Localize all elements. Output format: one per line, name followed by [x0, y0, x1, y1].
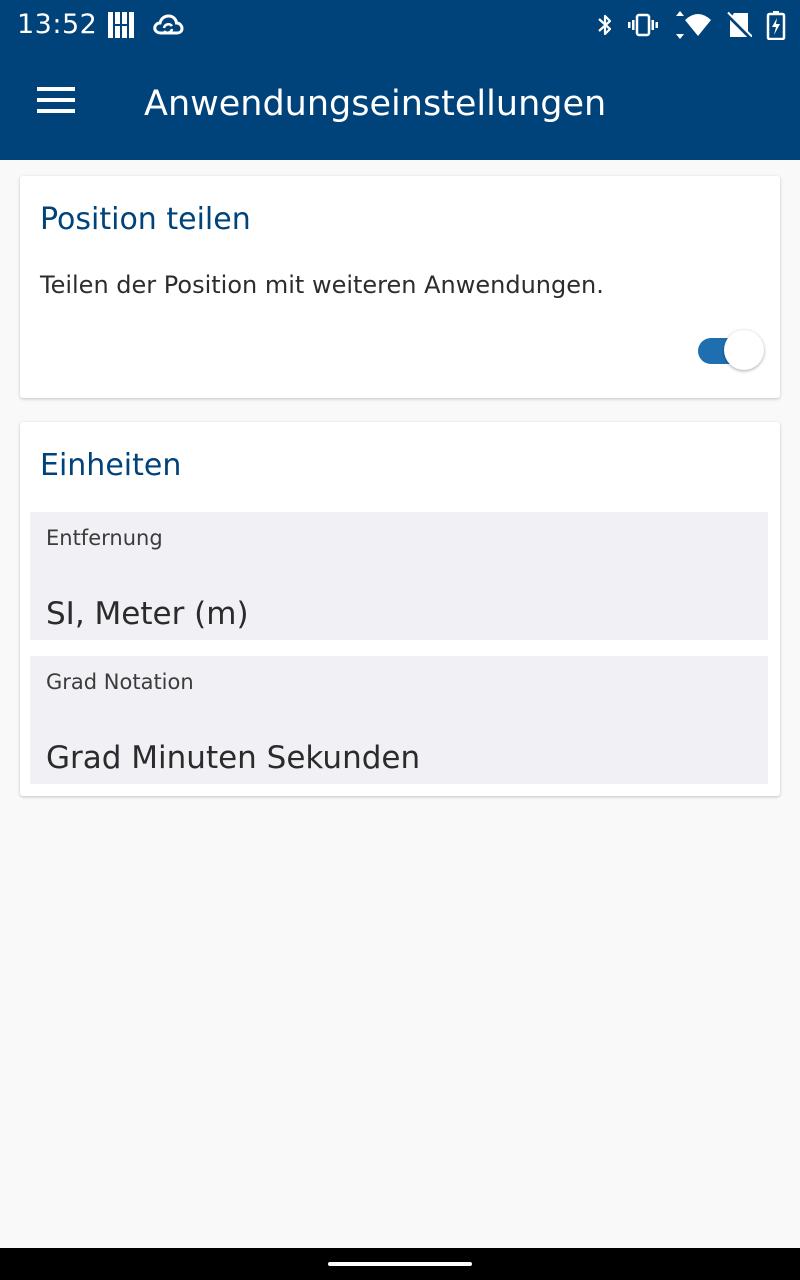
menu-button[interactable]	[22, 73, 90, 131]
distance-unit-select[interactable]: Entfernung SI, Meter (m)	[30, 512, 768, 640]
location-sharing-description: Teilen der Position mit weiteren Anwendu…	[40, 271, 604, 299]
status-right-icons	[596, 9, 786, 41]
distance-unit-value: SI, Meter (m)	[46, 596, 249, 632]
app-header: 13:52 Anwendungseinstellungen	[0, 0, 800, 160]
location-sharing-title: Position teilen	[40, 202, 251, 237]
grid-app-icon	[106, 10, 138, 40]
page-title: Anwendungseinstellungen	[144, 84, 607, 124]
status-left-icons	[106, 10, 184, 40]
degree-notation-select[interactable]: Grad Notation Grad Minuten Sekunden	[30, 656, 768, 784]
distance-unit-label: Entfernung	[46, 526, 163, 550]
status-time: 13:52	[17, 9, 98, 40]
home-indicator[interactable]	[328, 1262, 472, 1266]
cloud-sync-icon	[152, 11, 184, 39]
degree-notation-value: Grad Minuten Sekunden	[46, 740, 421, 776]
units-title: Einheiten	[40, 448, 182, 483]
units-card: Einheiten Entfernung SI, Meter (m) Grad …	[20, 422, 780, 796]
toggle-knob	[724, 330, 764, 370]
status-bar: 13:52	[0, 0, 800, 50]
battery-charging-icon	[766, 10, 786, 40]
no-sim-icon	[726, 11, 752, 39]
menu-icon	[37, 85, 75, 119]
location-sharing-card: Position teilen Teilen der Position mit …	[20, 176, 780, 398]
vibrate-icon	[628, 11, 658, 39]
wifi-icon	[672, 11, 712, 39]
toolbar: Anwendungseinstellungen	[0, 50, 800, 160]
bluetooth-icon	[596, 11, 614, 39]
navigation-bar	[0, 1248, 800, 1280]
location-sharing-toggle[interactable]	[698, 330, 764, 372]
degree-notation-label: Grad Notation	[46, 670, 194, 694]
